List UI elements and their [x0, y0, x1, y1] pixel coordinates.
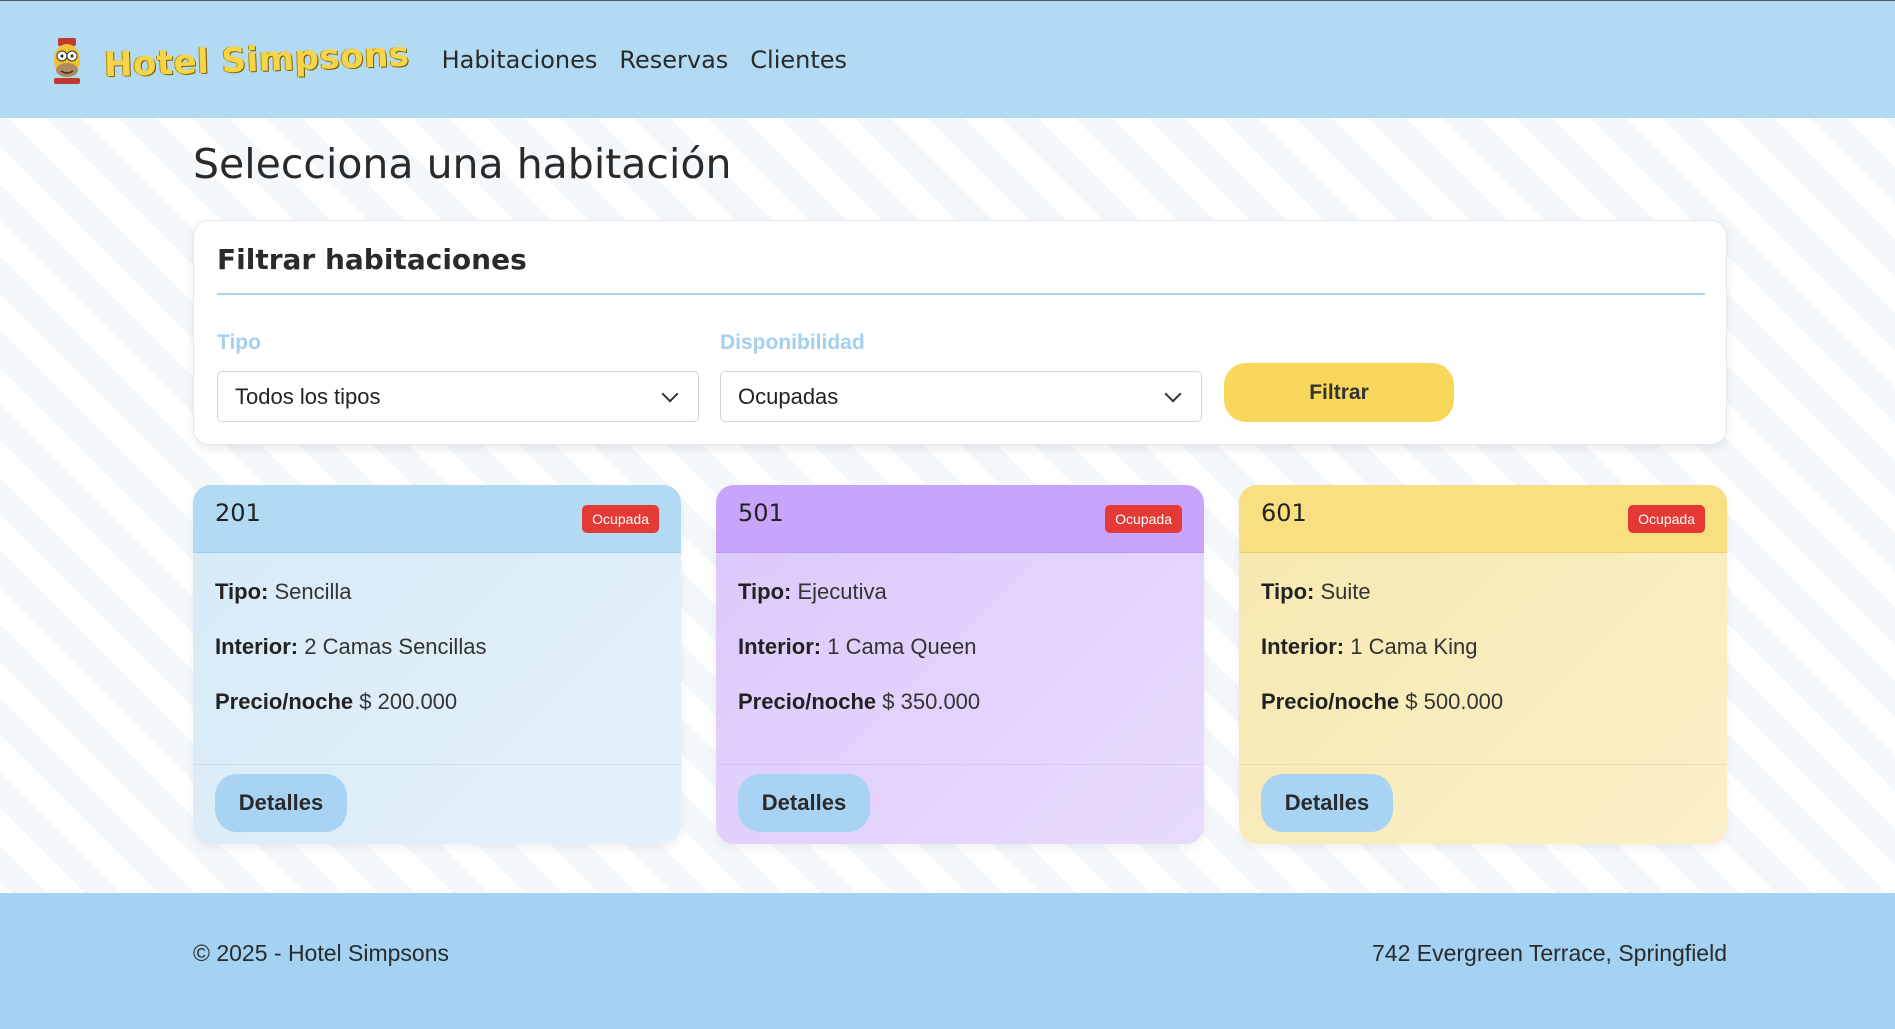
- room-card-header: 501 Ocupada: [716, 485, 1204, 553]
- details-button[interactable]: Detalles: [215, 774, 347, 832]
- page-title: Selecciona una habitación: [193, 140, 732, 188]
- homer-logo-icon[interactable]: [50, 36, 84, 84]
- status-badge: Ocupada: [582, 505, 659, 533]
- chevron-down-icon: [1164, 385, 1182, 403]
- brand-title[interactable]: Hotel Simpsons: [103, 34, 410, 85]
- room-type-label: Tipo:: [738, 579, 792, 604]
- room-interior-value: 2 Camas Sencillas: [304, 634, 487, 659]
- room-type-line: Tipo: Ejecutiva: [738, 579, 887, 605]
- room-interior-line: Interior: 2 Camas Sencillas: [215, 634, 486, 660]
- type-label: Tipo: [217, 331, 261, 354]
- room-price-label: Precio/noche: [738, 689, 877, 714]
- room-type-label: Tipo:: [215, 579, 269, 604]
- room-interior-value: 1 Cama King: [1350, 634, 1478, 659]
- footer-address: 742 Evergreen Terrace, Springfield: [1371, 940, 1727, 966]
- room-card-header: 601 Ocupada: [1239, 485, 1727, 553]
- footer-copyright: © 2025 - Hotel Simpsons: [193, 940, 450, 966]
- room-price-label: Precio/noche: [215, 689, 354, 714]
- room-type-value: Ejecutiva: [797, 579, 887, 604]
- room-number: 601: [1261, 499, 1307, 527]
- room-price-line: Precio/noche $ 200.000: [215, 689, 457, 715]
- room-price-line: Precio/noche $ 350.000: [738, 689, 980, 715]
- room-type-line: Tipo: Sencilla: [215, 579, 352, 605]
- room-interior-label: Interior:: [215, 634, 299, 659]
- nav-link-habitaciones[interactable]: Habitaciones: [442, 46, 598, 74]
- chevron-down-icon: [661, 385, 679, 403]
- type-select-value: Todos los tipos: [235, 383, 381, 409]
- room-number: 501: [738, 499, 784, 527]
- room-card-body: Tipo: Suite Interior: 1 Cama King Precio…: [1239, 553, 1727, 765]
- room-card-body: Tipo: Sencilla Interior: 2 Camas Sencill…: [193, 553, 681, 765]
- availability-select-value: Ocupadas: [738, 383, 839, 409]
- filter-card: Filtrar habitaciones Tipo Todos los tipo…: [193, 220, 1727, 445]
- room-interior-line: Interior: 1 Cama King: [1261, 634, 1477, 660]
- status-badge: Ocupada: [1628, 505, 1705, 533]
- room-card-501: 501 Ocupada Tipo: Ejecutiva Interior: 1 …: [716, 485, 1204, 844]
- details-button[interactable]: Detalles: [738, 774, 870, 832]
- room-number: 201: [215, 499, 261, 527]
- room-interior-label: Interior:: [738, 634, 822, 659]
- room-card-header: 201 Ocupada: [193, 485, 681, 553]
- nav-link-clientes[interactable]: Clientes: [750, 46, 847, 74]
- room-type-line: Tipo: Suite: [1261, 579, 1371, 605]
- room-interior-line: Interior: 1 Cama Queen: [738, 634, 976, 660]
- room-price-value: $ 200.000: [359, 689, 458, 714]
- room-interior-label: Interior:: [1261, 634, 1345, 659]
- room-card-601: 601 Ocupada Tipo: Suite Interior: 1 Cama…: [1239, 485, 1727, 844]
- room-price-label: Precio/noche: [1261, 689, 1400, 714]
- nav-link-reservas[interactable]: Reservas: [619, 46, 728, 74]
- status-badge: Ocupada: [1105, 505, 1182, 533]
- availability-label: Disponibilidad: [720, 331, 865, 354]
- type-select[interactable]: Todos los tipos: [217, 371, 699, 422]
- details-button[interactable]: Detalles: [1261, 774, 1393, 832]
- footer: © 2025 - Hotel Simpsons 742 Evergreen Te…: [0, 893, 1895, 1029]
- room-price-value: $ 350.000: [882, 689, 981, 714]
- room-interior-value: 1 Cama Queen: [827, 634, 977, 659]
- room-type-label: Tipo:: [1261, 579, 1315, 604]
- filter-divider: [217, 293, 1705, 295]
- availability-select[interactable]: Ocupadas: [720, 371, 1202, 422]
- navbar: Hotel Simpsons Habitaciones Reservas Cli…: [0, 0, 1895, 118]
- filter-button[interactable]: Filtrar: [1224, 363, 1454, 422]
- filter-title: Filtrar habitaciones: [217, 243, 527, 276]
- room-price-line: Precio/noche $ 500.000: [1261, 689, 1503, 715]
- room-type-value: Sencilla: [274, 579, 352, 604]
- room-card-201: 201 Ocupada Tipo: Sencilla Interior: 2 C…: [193, 485, 681, 844]
- room-card-body: Tipo: Ejecutiva Interior: 1 Cama Queen P…: [716, 553, 1204, 765]
- room-price-value: $ 500.000: [1405, 689, 1504, 714]
- room-type-value: Suite: [1320, 579, 1371, 604]
